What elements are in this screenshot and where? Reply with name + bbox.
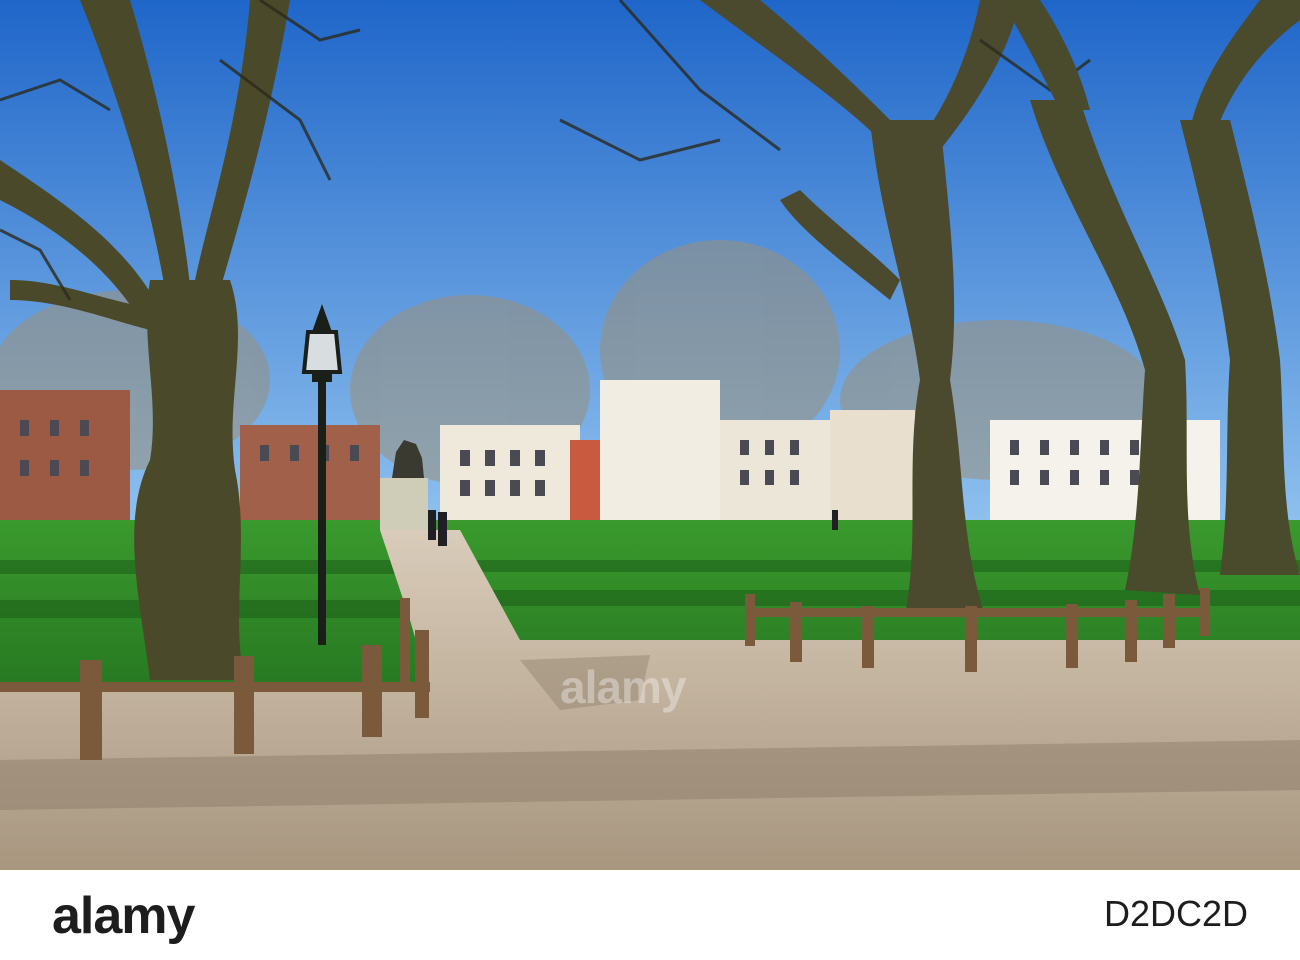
park-photo xyxy=(0,0,1300,870)
alamy-logo: alamy xyxy=(52,887,195,945)
watermark-text: alamy xyxy=(560,661,686,713)
image-id-label: D2DC2D xyxy=(1103,893,1248,934)
